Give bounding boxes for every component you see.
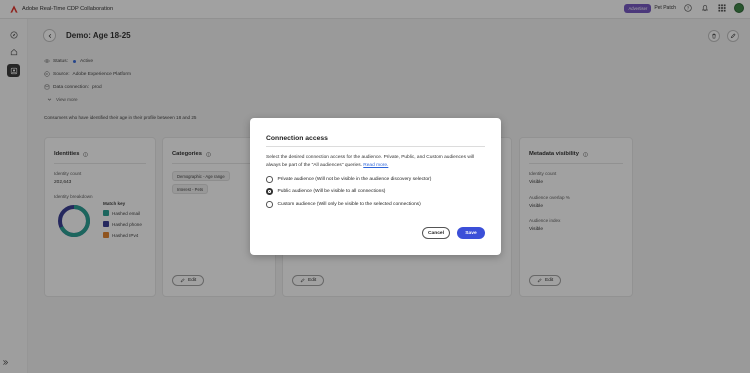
- connection-access-dialog: Connection access Select the desired con…: [250, 118, 501, 255]
- cancel-button[interactable]: Cancel: [422, 227, 450, 239]
- radio-custom-audience[interactable]: Custom audience (Will only be visible to…: [266, 201, 421, 208]
- radio-private-audience[interactable]: Private audience (Will not be visible in…: [266, 176, 431, 183]
- radio-label: Custom audience (Will only be visible to…: [277, 201, 421, 207]
- dialog-title: Connection access: [266, 135, 328, 142]
- radio-public-audience[interactable]: Public audience (Will be visible to all …: [266, 188, 385, 195]
- radio-button[interactable]: [266, 201, 273, 208]
- dialog-body: Select the desired connection access for…: [266, 154, 486, 170]
- save-button[interactable]: Save: [457, 227, 485, 239]
- radio-label: Private audience (Will not be visible in…: [277, 176, 432, 182]
- dialog-divider: [266, 146, 485, 147]
- radio-label: Public audience (Will be visible to all …: [277, 188, 386, 194]
- radio-button[interactable]: [266, 176, 273, 183]
- read-more-link[interactable]: Read more.: [363, 163, 388, 168]
- radio-button-selected[interactable]: [266, 188, 273, 195]
